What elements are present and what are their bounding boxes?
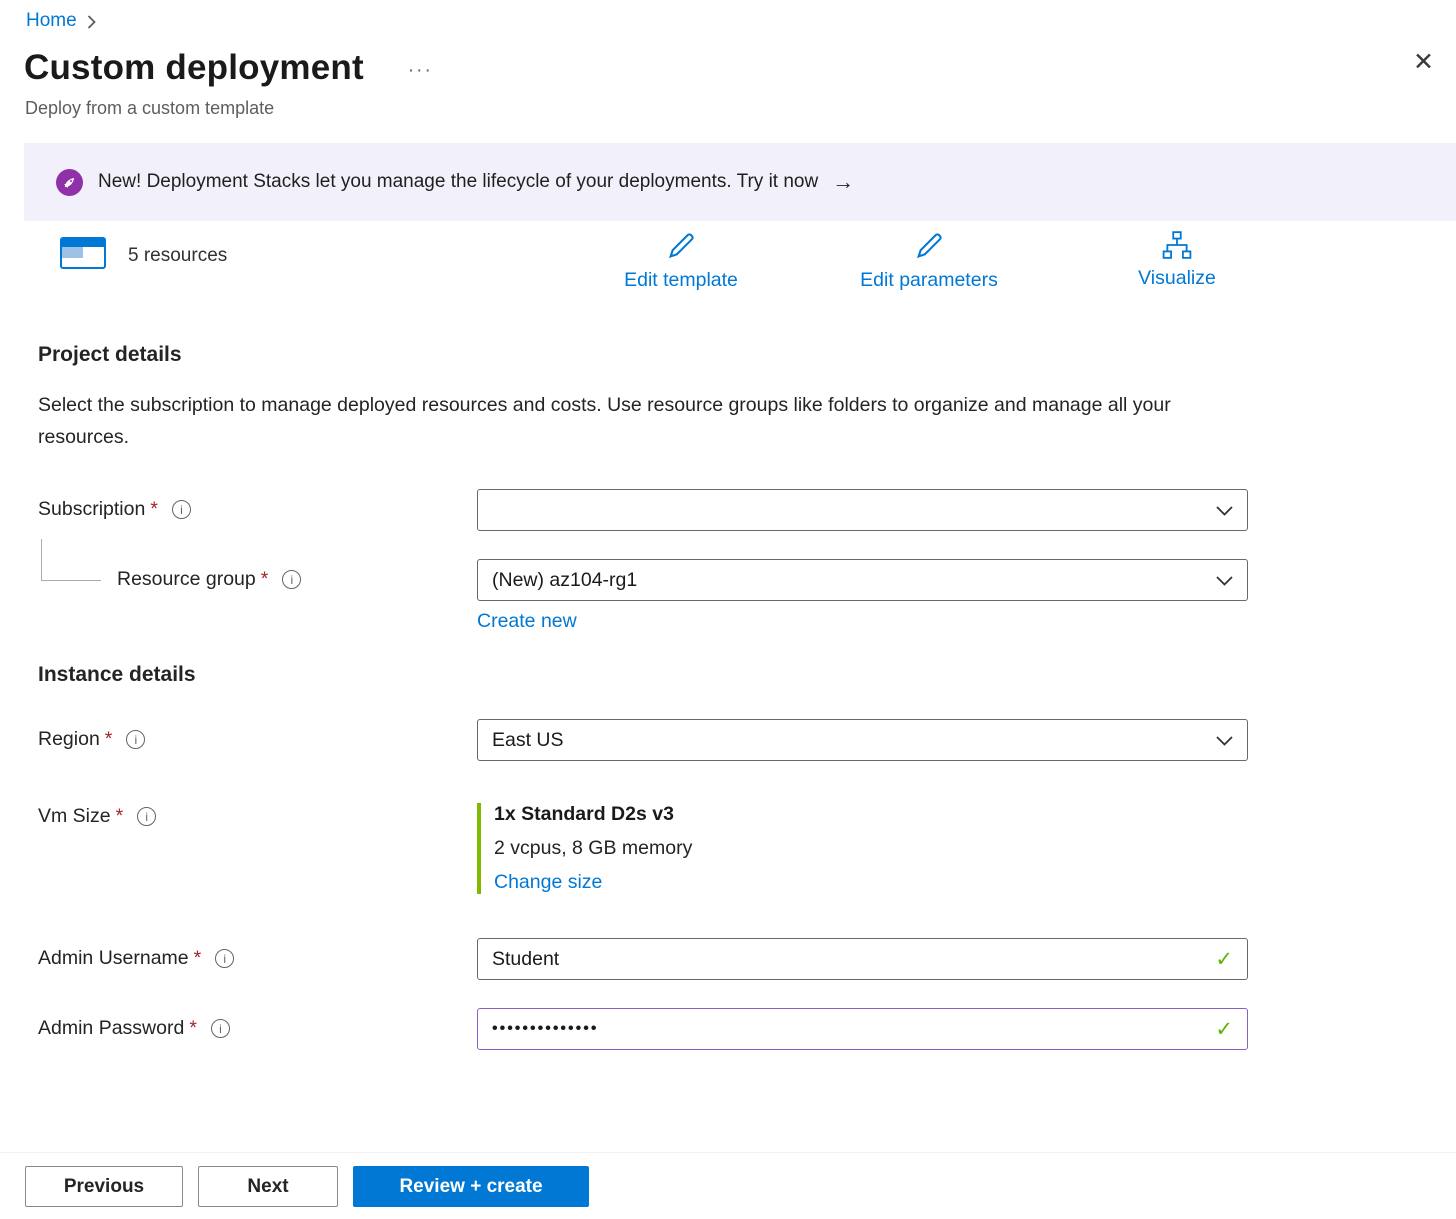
previous-button[interactable]: Previous [25, 1166, 183, 1207]
subscription-label-group: Subscription * i [38, 489, 477, 521]
info-icon[interactable]: i [215, 949, 234, 968]
region-value: East US [492, 729, 564, 752]
info-icon[interactable]: i [211, 1019, 230, 1038]
admin-password-value: •••••••••••••• [492, 1020, 598, 1038]
custom-deployment-page: Home Custom deployment ··· ✕ Deploy from… [0, 0, 1456, 1219]
pencil-icon [914, 231, 944, 266]
indent-connector [41, 539, 101, 581]
vm-size-value: 1x Standard D2s v3 [494, 803, 1248, 826]
page-subtitle: Deploy from a custom template [0, 98, 1456, 119]
template-summary: 5 resources Edit template Edit parameter… [0, 231, 1456, 297]
required-asterisk: * [105, 728, 113, 751]
title-row: Custom deployment ··· ✕ [0, 48, 1456, 88]
page-title: Custom deployment [24, 48, 364, 88]
vm-size-label-group: Vm Size * i [38, 803, 477, 828]
info-icon[interactable]: i [172, 500, 191, 519]
required-asterisk: * [150, 498, 158, 521]
admin-username-value: Student [492, 948, 559, 971]
breadcrumb-home-link[interactable]: Home [26, 10, 77, 32]
chevron-down-icon [1216, 729, 1233, 752]
vm-size-selection: 1x Standard D2s v3 2 vcpus, 8 GB memory … [477, 803, 1248, 894]
more-options-button[interactable]: ··· [408, 60, 433, 82]
template-icon [60, 237, 106, 274]
footer-actions: Previous Next Review + create [0, 1152, 1456, 1219]
valid-check-icon: ✓ [1215, 949, 1233, 970]
deployment-stacks-banner: New! Deployment Stacks let you manage th… [24, 143, 1456, 221]
admin-password-input[interactable]: •••••••••••••• ✓ [477, 1008, 1248, 1050]
vm-size-row: Vm Size * i 1x Standard D2s v3 2 vcpus, … [0, 803, 1456, 894]
edit-parameters-button[interactable]: Edit parameters [854, 231, 1004, 292]
admin-password-label-group: Admin Password * i [38, 1008, 477, 1040]
create-new-link[interactable]: Create new [477, 610, 577, 633]
vm-size-description: 2 vcpus, 8 GB memory [494, 837, 1248, 860]
region-dropdown[interactable]: East US [477, 719, 1248, 761]
close-icon[interactable]: ✕ [1413, 50, 1434, 75]
action-label: Edit parameters [860, 269, 998, 292]
change-size-link[interactable]: Change size [494, 871, 602, 894]
region-label: Region [38, 728, 100, 751]
admin-password-label: Admin Password [38, 1017, 184, 1040]
template-actions: Edit template Edit parameters Visua [606, 231, 1252, 292]
region-row: Region * i East US [0, 719, 1456, 761]
banner-message[interactable]: New! Deployment Stacks let you manage th… [98, 171, 818, 193]
instance-details-fields: Region * i East US Vm Size * i [0, 719, 1456, 1050]
resource-group-value: (New) az104-rg1 [492, 569, 637, 592]
template-resources: 5 resources [60, 237, 227, 274]
admin-username-row: Admin Username * i Student ✓ [0, 938, 1456, 980]
admin-username-input[interactable]: Student ✓ [477, 938, 1248, 980]
instance-details-heading: Instance details [38, 663, 1456, 687]
resource-group-dropdown[interactable]: (New) az104-rg1 [477, 559, 1248, 601]
pencil-icon [666, 231, 696, 266]
project-details-description: Select the subscription to manage deploy… [38, 389, 1198, 453]
breadcrumb: Home [0, 0, 1456, 32]
required-asterisk: * [189, 1017, 197, 1040]
project-details-heading: Project details [38, 343, 1456, 367]
chevron-down-icon [1216, 499, 1233, 522]
required-asterisk: * [261, 568, 269, 591]
resource-group-label-group: Resource group * i [38, 559, 477, 591]
resource-group-label: Resource group [117, 568, 256, 591]
required-asterisk: * [194, 947, 202, 970]
review-create-button[interactable]: Review + create [353, 1166, 589, 1207]
valid-check-icon: ✓ [1215, 1019, 1233, 1040]
admin-password-row: Admin Password * i •••••••••••••• ✓ [0, 1008, 1456, 1050]
project-details-fields: Subscription * i Resource group * i [0, 489, 1456, 633]
vm-size-label: Vm Size [38, 805, 111, 828]
subscription-label: Subscription [38, 498, 145, 521]
admin-username-label: Admin Username [38, 947, 189, 970]
visualize-button[interactable]: Visualize [1102, 231, 1252, 292]
chevron-right-icon [87, 15, 96, 29]
next-button[interactable]: Next [198, 1166, 338, 1207]
action-label: Edit template [624, 269, 738, 292]
info-icon[interactable]: i [126, 730, 145, 749]
subscription-row: Subscription * i [0, 489, 1456, 531]
chevron-down-icon [1216, 569, 1233, 592]
action-label: Visualize [1138, 267, 1216, 290]
subscription-dropdown[interactable] [477, 489, 1248, 531]
info-icon[interactable]: i [282, 570, 301, 589]
edit-template-button[interactable]: Edit template [606, 231, 756, 292]
arrow-right-icon[interactable]: → [832, 171, 854, 193]
resources-count: 5 resources [128, 245, 227, 267]
admin-username-label-group: Admin Username * i [38, 938, 477, 970]
resource-group-row: Resource group * i (New) az104-rg1 Creat… [0, 559, 1456, 633]
org-chart-icon [1162, 231, 1192, 264]
info-icon[interactable]: i [137, 807, 156, 826]
rocket-icon [56, 169, 83, 196]
region-label-group: Region * i [38, 719, 477, 751]
required-asterisk: * [116, 805, 124, 828]
